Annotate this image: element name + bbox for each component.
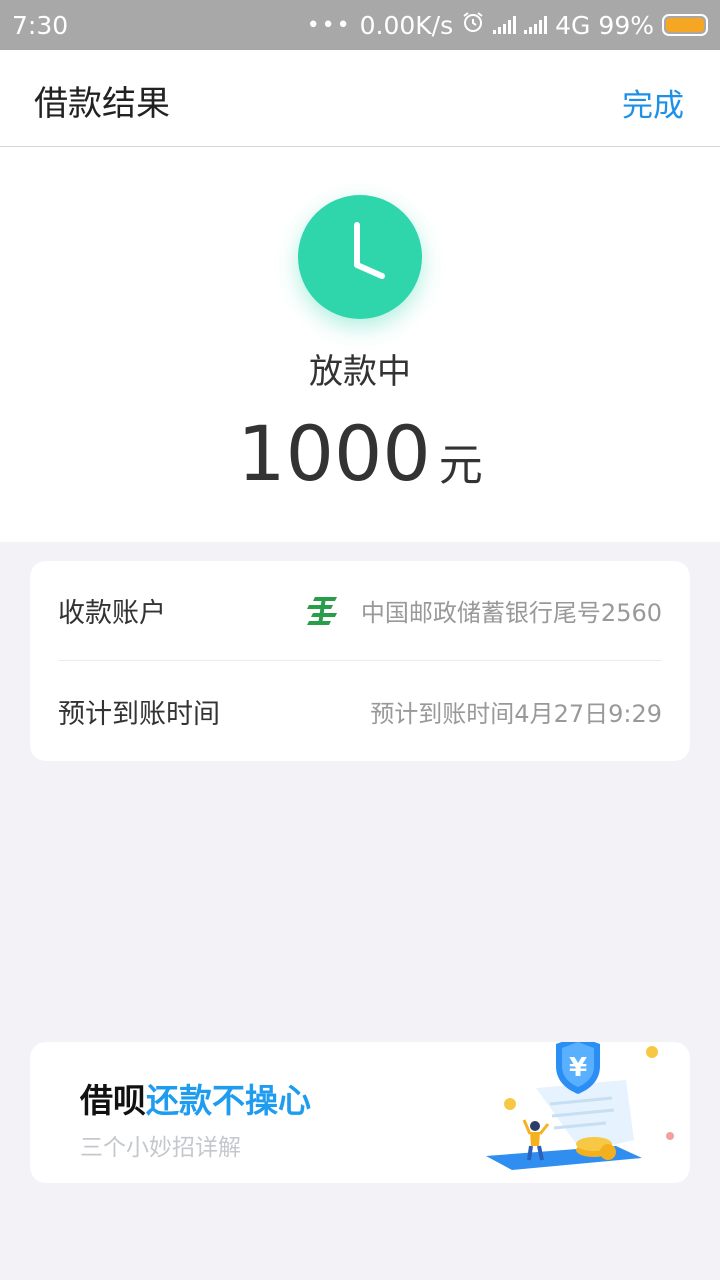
- promo-banner[interactable]: 借呗还款不操心 三个小妙招详解 ¥: [30, 1042, 690, 1183]
- signal-icon: [493, 16, 517, 34]
- postal-bank-logo: [305, 593, 341, 629]
- promo-title: 借呗还款不操心: [80, 1074, 311, 1122]
- account-info-card: 收款账户 中国邮政储蓄银行尾号2560 预计到账时间 预计到账时间4月27日9:…: [30, 561, 690, 761]
- alarm-icon: [461, 10, 485, 40]
- status-time: 7:30: [12, 10, 69, 40]
- loan-result-section: 放款中 1000 元: [0, 147, 720, 542]
- page-title: 借款结果: [34, 84, 170, 124]
- promo-title-brand: 借呗: [80, 1081, 146, 1120]
- network-speed: 0.00K/s: [359, 10, 454, 40]
- status-bar: 7:30 ••• 0.00K/s 4G 99%: [0, 0, 720, 50]
- more-dots: •••: [306, 12, 352, 38]
- status-indicators: ••• 0.00K/s 4G 99%: [307, 10, 708, 40]
- done-button[interactable]: 完成: [622, 80, 684, 125]
- promo-illustration: ¥: [466, 1042, 686, 1182]
- arrival-time-value: 预计到账时间4月27日9:29: [370, 699, 662, 728]
- account-value-group: 中国邮政储蓄银行尾号2560: [305, 593, 662, 629]
- amount-value: 1000: [237, 409, 431, 498]
- info-row-account: 收款账户 中国邮政储蓄银行尾号2560: [58, 561, 662, 661]
- network-type: 4G: [555, 10, 591, 40]
- account-value: 中国邮政储蓄银行尾号2560: [360, 599, 662, 627]
- promo-subtitle: 三个小妙招详解: [80, 1135, 241, 1161]
- amount-unit: 元: [438, 440, 483, 491]
- yuan-symbol: ¥: [569, 1053, 587, 1083]
- battery-percent: 99%: [598, 10, 654, 40]
- clock-icon: [298, 195, 422, 319]
- loan-amount: 1000 元: [0, 409, 720, 498]
- disbursement-status: 放款中: [309, 352, 411, 392]
- arrival-time-label: 预计到账时间: [58, 698, 220, 730]
- account-label: 收款账户: [58, 598, 166, 629]
- battery-icon: [662, 14, 708, 36]
- signal-icon: [524, 16, 548, 34]
- page-header: 借款结果 完成: [0, 50, 720, 147]
- info-row-arrival-time: 预计到账时间 预计到账时间4月27日9:29: [58, 661, 662, 761]
- promo-title-highlight: 还款不操心: [146, 1081, 311, 1120]
